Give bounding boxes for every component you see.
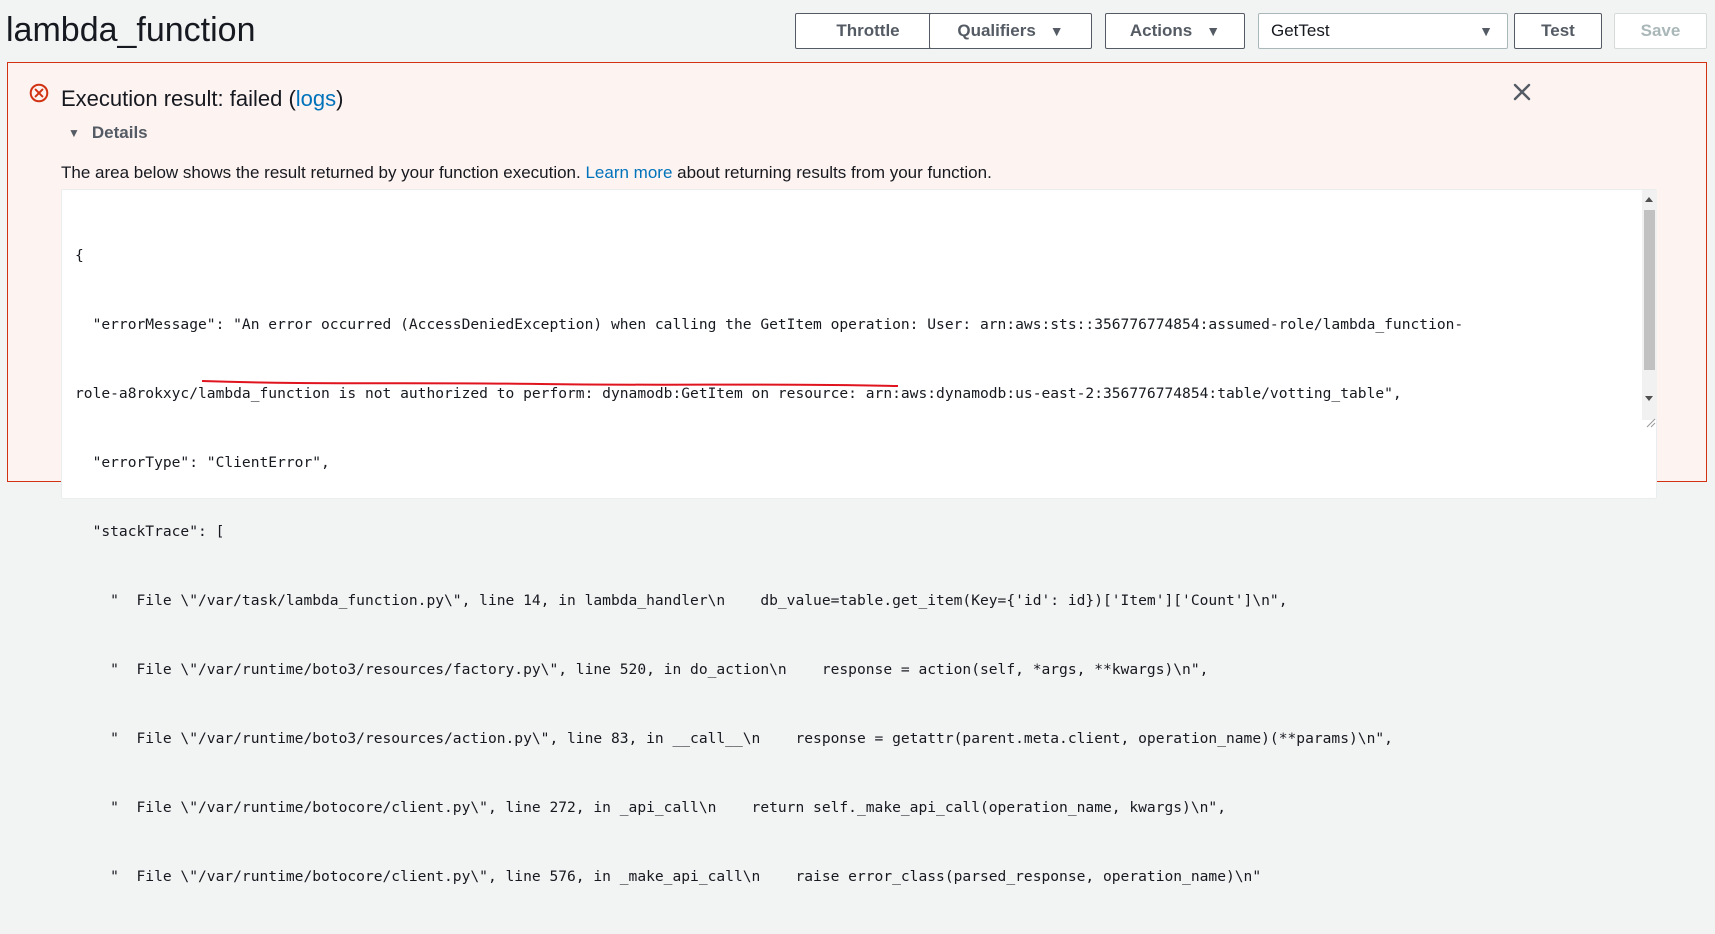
code-line: " File \"/var/runtime/botocore/client.py… — [75, 799, 1226, 816]
code-line: "errorType": "ClientError", — [75, 454, 330, 471]
result-code: { "errorMessage": "An error occurred (Ac… — [75, 198, 1463, 934]
result-title: Execution result: failed (logs) — [61, 85, 343, 113]
scroll-up-icon[interactable] — [1645, 197, 1653, 202]
code-line: " File \"/var/task/lambda_function.py\",… — [75, 592, 1288, 609]
throttle-button[interactable]: Throttle — [795, 13, 941, 49]
details-toggle[interactable]: ▼ Details — [68, 123, 148, 143]
execution-result-panel: Execution result: failed (logs) ▼ Detail… — [7, 62, 1707, 885]
caret-down-icon: ▼ — [1206, 23, 1221, 39]
resize-grip-icon[interactable] — [1644, 416, 1656, 428]
code-line: "stackTrace": [ — [75, 523, 225, 540]
caret-down-icon: ▼ — [1479, 23, 1493, 39]
test-event-value: GetTest — [1271, 21, 1330, 40]
save-button[interactable]: Save — [1614, 13, 1707, 49]
scroll-down-icon[interactable] — [1645, 396, 1653, 401]
code-line: " File \"/var/runtime/boto3/resources/fa… — [75, 661, 1209, 678]
result-description: The area below shows the result returned… — [61, 162, 992, 184]
result-code-box[interactable]: { "errorMessage": "An error occurred (Ac… — [61, 189, 1657, 885]
scrollbar-thumb[interactable] — [1644, 210, 1655, 370]
learn-more-link[interactable]: Learn more — [585, 163, 672, 182]
code-line: " File \"/var/runtime/boto3/resources/ac… — [75, 730, 1393, 747]
red-underline-annotation — [201, 380, 899, 387]
test-label: Test — [1541, 21, 1575, 40]
close-icon[interactable] — [1511, 81, 1533, 103]
code-line: { — [75, 247, 84, 264]
throttle-label: Throttle — [836, 21, 900, 40]
code-line: " File \"/var/runtime/botocore/client.py… — [75, 868, 1262, 885]
result-title-suffix: ) — [336, 86, 344, 111]
test-event-select[interactable]: GetTest ▼ — [1258, 13, 1508, 49]
details-label: Details — [91, 123, 148, 142]
result-title-prefix: Execution result: failed ( — [61, 86, 296, 111]
actions-button[interactable]: Actions ▼ — [1105, 13, 1245, 49]
caret-down-icon: ▼ — [1049, 23, 1064, 39]
actions-label: Actions — [1129, 21, 1193, 40]
vertical-scrollbar[interactable] — [1642, 190, 1657, 420]
description-suffix: about returning results from your functi… — [672, 163, 992, 182]
page-title: lambda_function — [6, 11, 256, 49]
error-circle-icon — [29, 83, 49, 103]
qualifiers-label: Qualifiers — [957, 21, 1036, 40]
description-prefix: The area below shows the result returned… — [61, 163, 586, 182]
test-button[interactable]: Test — [1514, 13, 1602, 49]
logs-link[interactable]: logs — [296, 86, 336, 111]
save-label: Save — [1640, 21, 1681, 40]
qualifiers-button[interactable]: Qualifiers ▼ — [929, 13, 1092, 49]
caret-down-icon: ▼ — [68, 126, 80, 140]
code-line: "errorMessage": "An error occurred (Acce… — [75, 316, 1464, 333]
